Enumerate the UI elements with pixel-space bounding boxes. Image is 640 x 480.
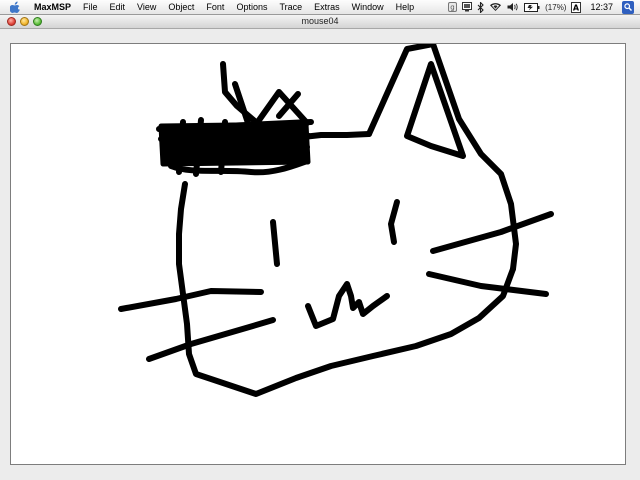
drawing-canvas[interactable] — [10, 43, 626, 465]
patcher-window: mouse04 — [0, 15, 640, 480]
menu-bar: MaxMSP File Edit View Object Font Option… — [0, 0, 640, 15]
status-area: g (17%) A 12:37 — [448, 0, 634, 14]
head-top-line — [291, 131, 372, 141]
menu-clock[interactable]: 12:37 — [590, 2, 613, 12]
apple-menu-icon[interactable] — [10, 1, 22, 13]
battery-icon[interactable] — [524, 1, 540, 13]
window-titlebar[interactable]: mouse04 — [0, 15, 640, 29]
hair-scribble — [156, 117, 314, 177]
volume-icon[interactable] — [507, 1, 519, 13]
menu-options[interactable]: Options — [230, 0, 273, 14]
cat-face-drawing — [118, 44, 554, 397]
left-whisker-bottom — [146, 317, 276, 362]
right-whisker-top — [430, 211, 554, 254]
bluetooth-icon[interactable] — [477, 1, 484, 13]
right-eye — [388, 199, 400, 245]
growl-icon[interactable]: g — [448, 1, 458, 13]
menu-file[interactable]: File — [77, 0, 104, 14]
menu-object[interactable]: Object — [162, 0, 200, 14]
wifi-icon[interactable] — [489, 1, 502, 13]
menu-trace[interactable]: Trace — [273, 0, 308, 14]
battery-percentage: (17%) — [545, 2, 567, 12]
mouth — [305, 281, 390, 329]
spotlight-icon[interactable] — [622, 0, 634, 14]
menu-help[interactable]: Help — [390, 0, 421, 14]
menu-extras[interactable]: Extras — [308, 0, 346, 14]
menu-font[interactable]: Font — [200, 0, 230, 14]
menu-view[interactable]: View — [131, 0, 162, 14]
menu-edit[interactable]: Edit — [104, 0, 132, 14]
left-eye — [270, 219, 280, 267]
window-title: mouse04 — [301, 16, 339, 26]
menu-maxmsp[interactable]: MaxMSP — [30, 0, 77, 14]
keyboard-layout-label: A — [573, 3, 580, 12]
svg-text:g: g — [450, 4, 454, 12]
left-whisker-top — [118, 288, 264, 312]
right-whisker-bottom — [426, 271, 549, 297]
keyboard-icon[interactable]: A — [571, 1, 582, 13]
menu-window[interactable]: Window — [346, 0, 390, 14]
display-icon[interactable] — [462, 1, 473, 13]
